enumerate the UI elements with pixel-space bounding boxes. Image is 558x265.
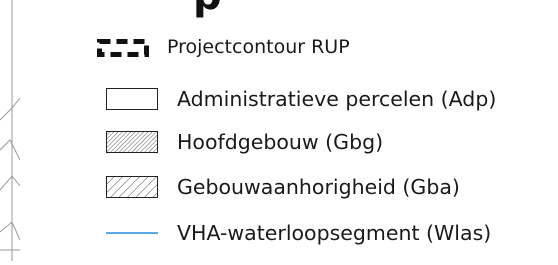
dense-hatch-swatch	[106, 131, 158, 153]
parcel-outline-swatch	[106, 88, 158, 110]
dashed-outline-swatch	[97, 39, 149, 57]
legend-label-administratieve-percelen: Administratieve percelen (Adp)	[177, 87, 497, 111]
sparse-hatch-swatch	[106, 176, 158, 198]
legend-label-projectcontour: Projectcontour RUP	[167, 36, 350, 58]
legend-heading: p	[193, 0, 222, 16]
water-line-swatch	[106, 232, 158, 234]
map-edge-lines	[0, 0, 21, 261]
legend-label-hoofdgebouw: Hoofdgebouw (Gbg)	[177, 130, 384, 154]
legend-label-gebouwaanhorigheid: Gebouwaanhorigheid (Gba)	[177, 175, 460, 199]
legend-label-waterloopsegment: VHA-waterloopsegment (Wlas)	[177, 221, 492, 245]
map-fragment	[0, 0, 21, 261]
